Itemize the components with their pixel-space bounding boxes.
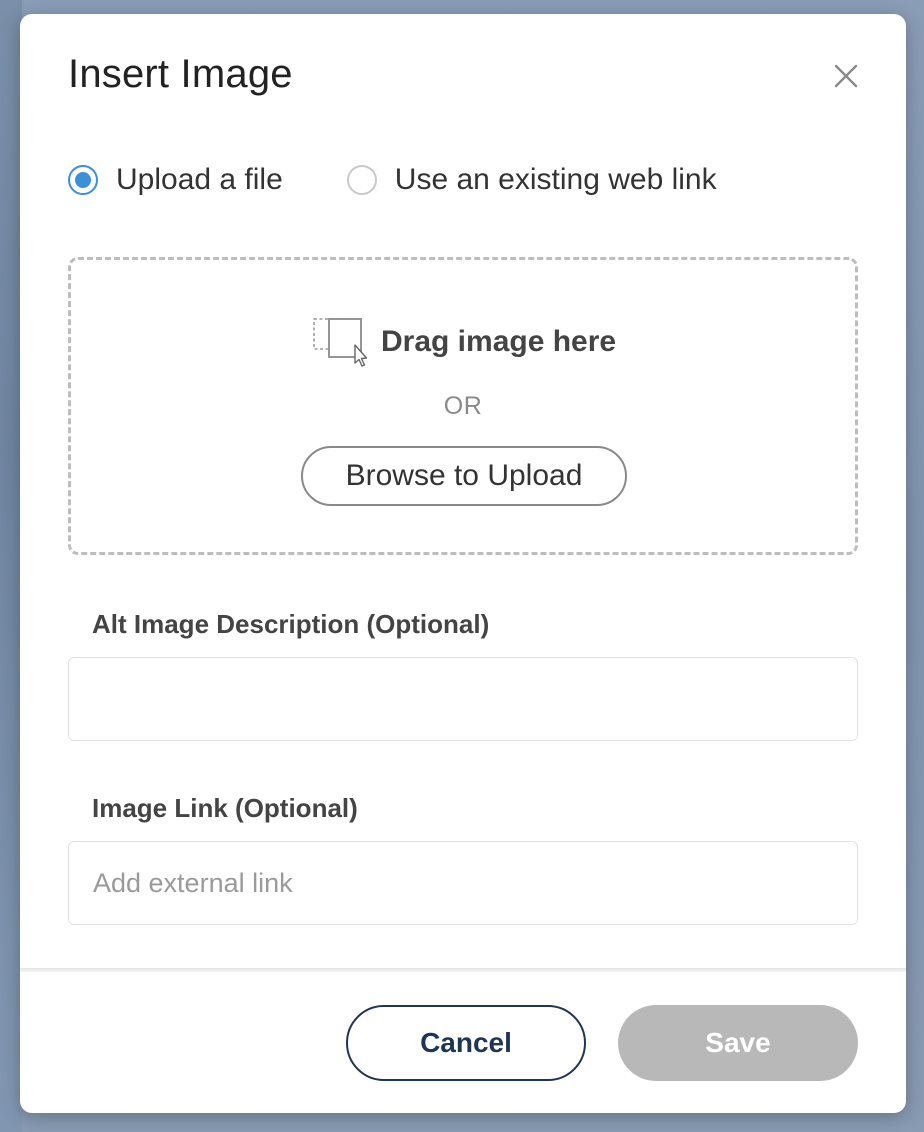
radio-button-checked[interactable] <box>68 165 98 195</box>
radio-label-web-link: Use an existing web link <box>394 163 717 196</box>
close-icon <box>834 64 858 88</box>
dialog-title: Insert Image <box>68 52 293 96</box>
image-source-options: Upload a file Use an existing web link <box>68 162 781 198</box>
cancel-button[interactable]: Cancel <box>346 1005 586 1081</box>
browse-to-upload-button[interactable]: Browse to Upload <box>301 446 627 506</box>
close-button[interactable] <box>828 58 864 94</box>
or-separator: OR <box>443 392 483 420</box>
alt-description-label: Alt Image Description (Optional) <box>92 609 490 639</box>
alt-description-input[interactable] <box>68 657 858 741</box>
save-button[interactable]: Save <box>618 1005 858 1081</box>
radio-label-upload: Upload a file <box>116 163 283 196</box>
image-link-label: Image Link (Optional) <box>92 793 358 823</box>
insert-image-dialog: Insert Image Upload a file Use an existi… <box>20 14 906 1113</box>
drag-prompt: Drag image here <box>311 318 617 367</box>
radio-upload-file[interactable]: Upload a file <box>68 162 283 198</box>
page-backdrop <box>0 0 22 1132</box>
image-link-input[interactable] <box>68 841 858 925</box>
drag-image-text: Drag image here <box>381 325 617 358</box>
drag-drop-icon <box>313 318 368 367</box>
image-dropzone[interactable]: Drag image here OR Browse to Upload <box>68 257 858 555</box>
radio-button-unchecked[interactable] <box>346 165 377 195</box>
footer-divider <box>20 968 906 972</box>
radio-web-link[interactable]: Use an existing web link <box>346 162 717 198</box>
